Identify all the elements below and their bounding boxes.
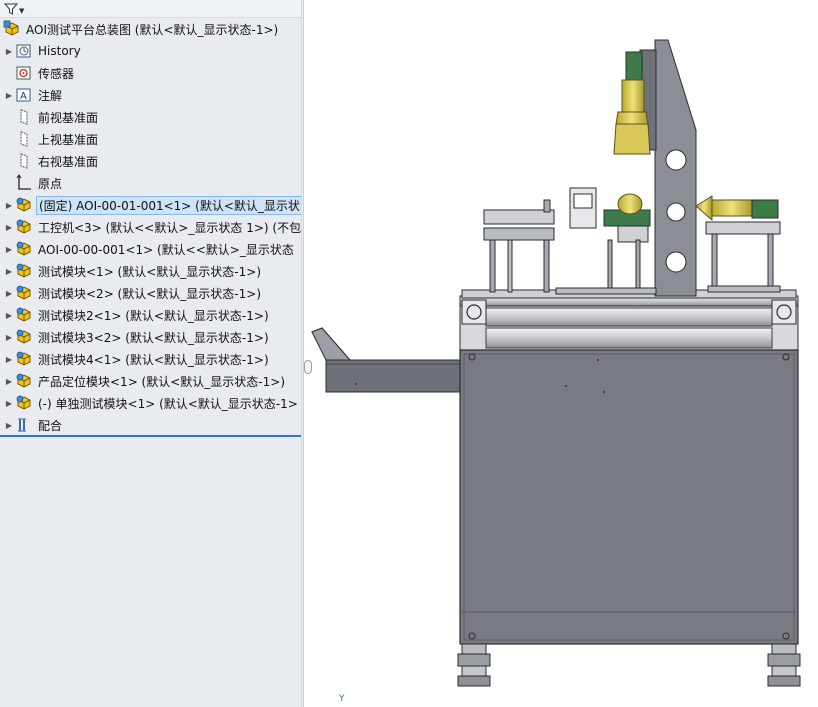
expand-arrow-icon[interactable]: ▶ — [4, 40, 14, 62]
subassembly-icon — [14, 283, 34, 303]
tree-item-label: 产品定位模块<1> (默认<默认_显示状态-1>) — [38, 374, 285, 389]
tree-item[interactable]: 右视基准面 — [4, 150, 301, 172]
tree-item-label: 测试模块3<2> (默认<默认_显示状态-1>) — [38, 330, 269, 345]
assembly-icon — [2, 19, 22, 39]
tree-root-label: AOI测试平台总装图 (默认<默认_显示状态-1>) — [26, 22, 279, 37]
svg-text:A: A — [20, 91, 27, 102]
subassembly-icon — [14, 327, 34, 347]
tree-item-label: 测试模块4<1> (默认<默认_显示状态-1>) — [38, 352, 269, 367]
subassembly-icon — [14, 371, 34, 391]
tree-item[interactable]: ▶ (固定) AOI-00-01-001<1> (默认<默认_显示状 — [4, 194, 301, 216]
expand-arrow-icon[interactable]: ▶ — [4, 304, 14, 326]
tree-item[interactable]: ▶ 测试模块3<2> (默认<默认_显示状态-1>) — [4, 326, 301, 348]
tree-divider — [0, 435, 301, 437]
tree-item-label: 右视基准面 — [38, 154, 99, 169]
graphics-viewport[interactable]: Y — [304, 0, 818, 707]
expand-arrow-icon[interactable]: ▶ — [4, 194, 14, 216]
mates-icon — [14, 415, 34, 435]
expand-arrow-icon[interactable]: ▶ — [4, 414, 14, 436]
cabinet-frame — [459, 295, 799, 645]
tree-item[interactable]: ▶ 测试模块2<1> (默认<默认_显示状态-1>) — [4, 304, 301, 326]
expand-arrow-icon[interactable]: ▶ — [4, 326, 14, 348]
tree-item[interactable]: ▶ 测试模块4<1> (默认<默认_显示状态-1>) — [4, 348, 301, 370]
subassembly-icon — [14, 239, 34, 259]
expand-arrow-icon[interactable]: ▶ — [4, 348, 14, 370]
plane-icon — [14, 151, 34, 171]
filter-icon — [4, 3, 18, 15]
filter-dropdown-arrow-icon: ▼ — [19, 7, 25, 15]
history-icon — [14, 41, 34, 61]
subassembly-icon — [14, 195, 34, 215]
tree-item-label: 原点 — [38, 176, 63, 191]
tree-item-label: 注解 — [38, 88, 63, 103]
tree-item-label: 测试模块<1> (默认<默认_显示状态-1>) — [38, 264, 261, 279]
sensor-icon — [14, 63, 34, 83]
expand-arrow-icon[interactable]: ▶ — [4, 392, 14, 414]
vertical-column — [639, 39, 697, 297]
tree-item[interactable]: 前视基准面 — [4, 106, 301, 128]
subassembly-icon — [14, 217, 34, 237]
tree-item[interactable]: ▶ 配合 — [4, 414, 301, 436]
tree-item-label: (固定) AOI-00-01-001<1> (默认<默认_显示状 — [36, 195, 301, 215]
tree-item[interactable]: 传感器 — [4, 62, 301, 84]
subassembly-icon — [14, 349, 34, 369]
tree-item-label: 前视基准面 — [38, 110, 99, 125]
expand-arrow-icon[interactable]: ▶ — [4, 238, 14, 260]
tree-item[interactable]: 上视基准面 — [4, 128, 301, 150]
y-axis-label: Y — [339, 694, 345, 704]
feature-manager-tree: ▼ AOI测试平台总装图 (默认<默认_显示状态-1>) ▶ History 传感器… — [0, 0, 301, 707]
tree-item[interactable]: ▶ History — [4, 40, 301, 62]
plane-icon — [14, 107, 34, 127]
tree-item[interactable]: ▶ A 注解 — [4, 84, 301, 106]
tree-item-label: (-) 单独测试模块<1> (默认<默认_显示状态-1> — [38, 396, 298, 411]
tree-item-label: 配合 — [38, 418, 63, 433]
expand-arrow-icon[interactable]: ▶ — [4, 370, 14, 392]
tree-item[interactable]: ▶ AOI-00-00-001<1> (默认<<默认>_显示状态 — [4, 238, 301, 260]
subassembly-icon — [14, 305, 34, 325]
side-tray — [311, 327, 461, 393]
tree-item-label: 测试模块2<1> (默认<默认_显示状态-1>) — [38, 308, 269, 323]
plane-icon — [14, 129, 34, 149]
middle-fixture — [555, 187, 657, 295]
expand-arrow-icon[interactable]: ▶ — [4, 260, 14, 282]
tree-item-label: 传感器 — [38, 66, 75, 81]
tree-item-label: 上视基准面 — [38, 132, 99, 147]
right-side-camera — [695, 195, 781, 293]
tree-item-label: History — [38, 44, 81, 58]
filter-bar: ▼ — [0, 0, 301, 18]
tree-item[interactable]: ▶ 测试模块<2> (默认<默认_显示状态-1>) — [4, 282, 301, 304]
expand-arrow-icon[interactable]: ▶ — [4, 216, 14, 238]
tree-item[interactable]: ▶ 产品定位模块<1> (默认<默认_显示状态-1>) — [4, 370, 301, 392]
casters — [457, 643, 801, 687]
subassembly-icon — [14, 261, 34, 281]
tree-root-assembly[interactable]: AOI测试平台总装图 (默认<默认_显示状态-1>) — [2, 18, 301, 40]
tree-item[interactable]: ▶ (-) 单独测试模块<1> (默认<默认_显示状态-1> — [4, 392, 301, 414]
annotation-icon: A — [14, 85, 34, 105]
expand-arrow-icon[interactable]: ▶ — [4, 84, 14, 106]
tree-item-label: 工控机<3> (默认<<默认>_显示状态 1>) (不包 — [38, 220, 301, 235]
tree-item-label: AOI-00-00-001<1> (默认<<默认>_显示状态 — [38, 242, 294, 257]
left-fixture — [483, 199, 555, 293]
tree-item[interactable]: 原点 — [4, 172, 301, 194]
tree-item[interactable]: ▶ 工控机<3> (默认<<默认>_显示状态 1>) (不包 — [4, 216, 301, 238]
filter-button[interactable]: ▼ — [4, 0, 30, 17]
cad-model-view — [311, 39, 801, 687]
origin-icon — [14, 173, 34, 193]
subassembly-icon — [14, 393, 34, 413]
expand-arrow-icon[interactable]: ▶ — [4, 282, 14, 304]
tree-item-label: 测试模块<2> (默认<默认_显示状态-1>) — [38, 286, 261, 301]
tree-item[interactable]: ▶ 测试模块<1> (默认<默认_显示状态-1>) — [4, 260, 301, 282]
